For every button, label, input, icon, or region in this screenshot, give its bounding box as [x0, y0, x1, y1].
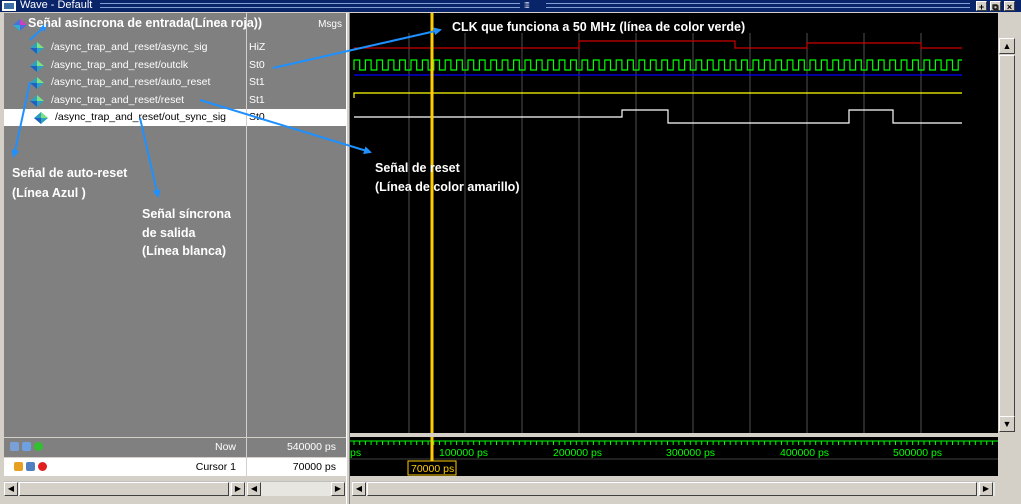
msgs-header: Msgs — [318, 19, 342, 30]
close-button[interactable]: × — [1004, 1, 1015, 12]
now-row: Now — [4, 438, 246, 457]
signal-icon — [30, 77, 44, 89]
names-scroll-thumb[interactable] — [19, 482, 229, 496]
time-axis-canvas: ps 100000 ps 200000 ps 300000 ps 400000 ps 50… — [350, 437, 998, 476]
signal-value: St0 — [249, 58, 265, 71]
signal-icon — [30, 59, 44, 72]
signal-row[interactable]: /async_trap_and_reset/outclk — [4, 57, 246, 74]
cursor-value-cell[interactable]: 70000 ps — [247, 458, 346, 476]
signal-value-row[interactable]: St0 — [247, 57, 346, 74]
title-grip-left — [100, 3, 520, 8]
signal-row[interactable]: /async_trap_and_reset/async_sig — [4, 39, 246, 56]
tick-label: 500000 ps — [893, 447, 942, 459]
wave-scroll-left[interactable]: ◀ — [352, 482, 366, 496]
names-hscrollbar[interactable]: ◀ ▶ — [4, 481, 246, 496]
signal-icon — [30, 42, 44, 54]
signal-value: HiZ — [249, 41, 266, 53]
signal-value-row[interactable]: HiZ — [247, 39, 346, 56]
time-axis[interactable]: ps 100000 ps 200000 ps 300000 ps 400000 ps 50… — [350, 437, 998, 476]
waveform-canvas — [350, 13, 998, 433]
autoreset-annotation-2: (Línea Azul ) — [12, 186, 86, 200]
clk-annotation: CLK que funciona a 50 MHz (línea de colo… — [452, 20, 746, 34]
scroll-down-button[interactable]: ▼ — [999, 416, 1015, 432]
signal-value-row[interactable]: St1 — [247, 92, 346, 109]
wave-window: Wave - Default ⁞⁞⁞⁞ + ⧉ × /async_trap_an… — [0, 0, 1021, 504]
sync-annotation-3: (Línea blanca) — [142, 244, 227, 258]
reset-annotation-2: (Línea de color amarillo) — [375, 180, 520, 194]
cursor-value: 70000 ps — [292, 461, 336, 473]
vertical-scroll-thumb[interactable] — [999, 55, 1015, 427]
wave-scroll-right[interactable]: ▶ — [979, 482, 993, 496]
now-value: 540000 ps — [286, 441, 336, 453]
wave-hscrollbar[interactable]: ◀ ▶ — [352, 481, 995, 496]
cursor-badge: 70000 ps — [411, 463, 454, 475]
signal-name: /async_trap_and_reset/reset — [51, 93, 185, 106]
signal-value: St1 — [249, 76, 265, 88]
window-title: Wave - Default — [20, 0, 93, 11]
edit-cursor-icon[interactable] — [26, 462, 35, 471]
values-scroll-left[interactable]: ◀ — [247, 482, 261, 496]
title-grip-center: ⁞⁞⁞⁞ — [524, 1, 530, 10]
title-bar[interactable]: Wave - Default ⁞⁞⁞⁞ + ⧉ × — [0, 0, 1021, 12]
wave-window-icon-small[interactable] — [22, 442, 31, 451]
reset-annotation-1: Señal de reset — [375, 161, 460, 175]
add-pane-button[interactable]: + — [976, 1, 987, 12]
cursor-row[interactable]: Cursor 1 — [4, 458, 246, 476]
signal-name-pane[interactable]: /async_trap_and_reset/async_sig/async_tr… — [4, 13, 246, 437]
undock-button[interactable]: ⧉ — [990, 1, 1001, 12]
signal-value-row[interactable]: St1 — [247, 74, 346, 91]
now-value-cell: 540000 ps — [247, 438, 346, 457]
add-cursor-icon[interactable] — [34, 442, 43, 451]
tick-label: 200000 ps — [553, 447, 602, 459]
signal-value-row[interactable]: St0 — [247, 109, 346, 126]
signal-name: /async_trap_and_reset/outclk — [51, 58, 189, 71]
out-sync-sig-wave — [354, 109, 962, 124]
sync-annotation-2: de salida — [142, 226, 196, 240]
autoreset-annotation-1: Señal de auto-reset — [12, 166, 128, 180]
signal-icon — [34, 112, 48, 124]
tick-label: ps — [350, 447, 361, 459]
names-scroll-left[interactable]: ◀ — [4, 482, 18, 496]
signal-row[interactable]: /async_trap_and_reset/auto_reset — [4, 74, 246, 91]
signal-row[interactable]: /async_trap_and_reset/out_sync_sig — [4, 109, 246, 126]
signal-row[interactable]: /async_trap_and_reset/reset — [4, 92, 246, 109]
design-unit-icon — [13, 19, 27, 31]
wave-window-icon — [2, 1, 16, 11]
tick-label: 400000 ps — [780, 447, 829, 459]
now-label: Now — [214, 441, 236, 453]
waveform-pane[interactable] — [350, 13, 998, 433]
signal-name: /async_trap_and_reset/auto_reset — [51, 76, 211, 88]
cursor-label: Cursor 1 — [195, 461, 236, 473]
lock-icon[interactable] — [14, 462, 23, 471]
values-scroll-right[interactable]: ▶ — [331, 482, 345, 496]
names-scroll-right[interactable]: ▶ — [231, 482, 245, 496]
time-axis-corner — [998, 437, 1016, 476]
signal-name: /async_trap_and_reset/async_sig — [51, 41, 208, 53]
signal-value: St0 — [249, 111, 265, 123]
delete-cursor-icon[interactable] — [38, 462, 47, 471]
outclk-wave — [353, 59, 962, 71]
sync-annotation-1: Señal síncrona — [142, 207, 231, 221]
tick-label: 300000 ps — [666, 447, 715, 459]
async-sig-wave — [354, 40, 962, 49]
wave-settings-icon[interactable] — [10, 442, 19, 451]
scroll-up-button[interactable]: ▲ — [999, 38, 1015, 54]
reset-wave — [353, 92, 962, 98]
signal-value: St1 — [249, 93, 265, 106]
signal-icon — [30, 94, 44, 107]
wave-scroll-thumb[interactable] — [367, 482, 977, 496]
title-grip-right — [546, 3, 970, 8]
signal-name: /async_trap_and_reset/out_sync_sig — [55, 111, 227, 123]
vertical-scrollbar[interactable]: ▲ ▼ — [998, 37, 1016, 433]
signal-value-pane[interactable]: Msgs HiZ St0 St1 St1 St0 — [247, 13, 346, 437]
async-annotation: Señal asíncrona de entrada(Línea roja)) — [28, 16, 263, 30]
tick-label: 100000 ps — [439, 447, 488, 459]
values-hscrollbar[interactable]: ◀ ▶ — [247, 481, 346, 496]
